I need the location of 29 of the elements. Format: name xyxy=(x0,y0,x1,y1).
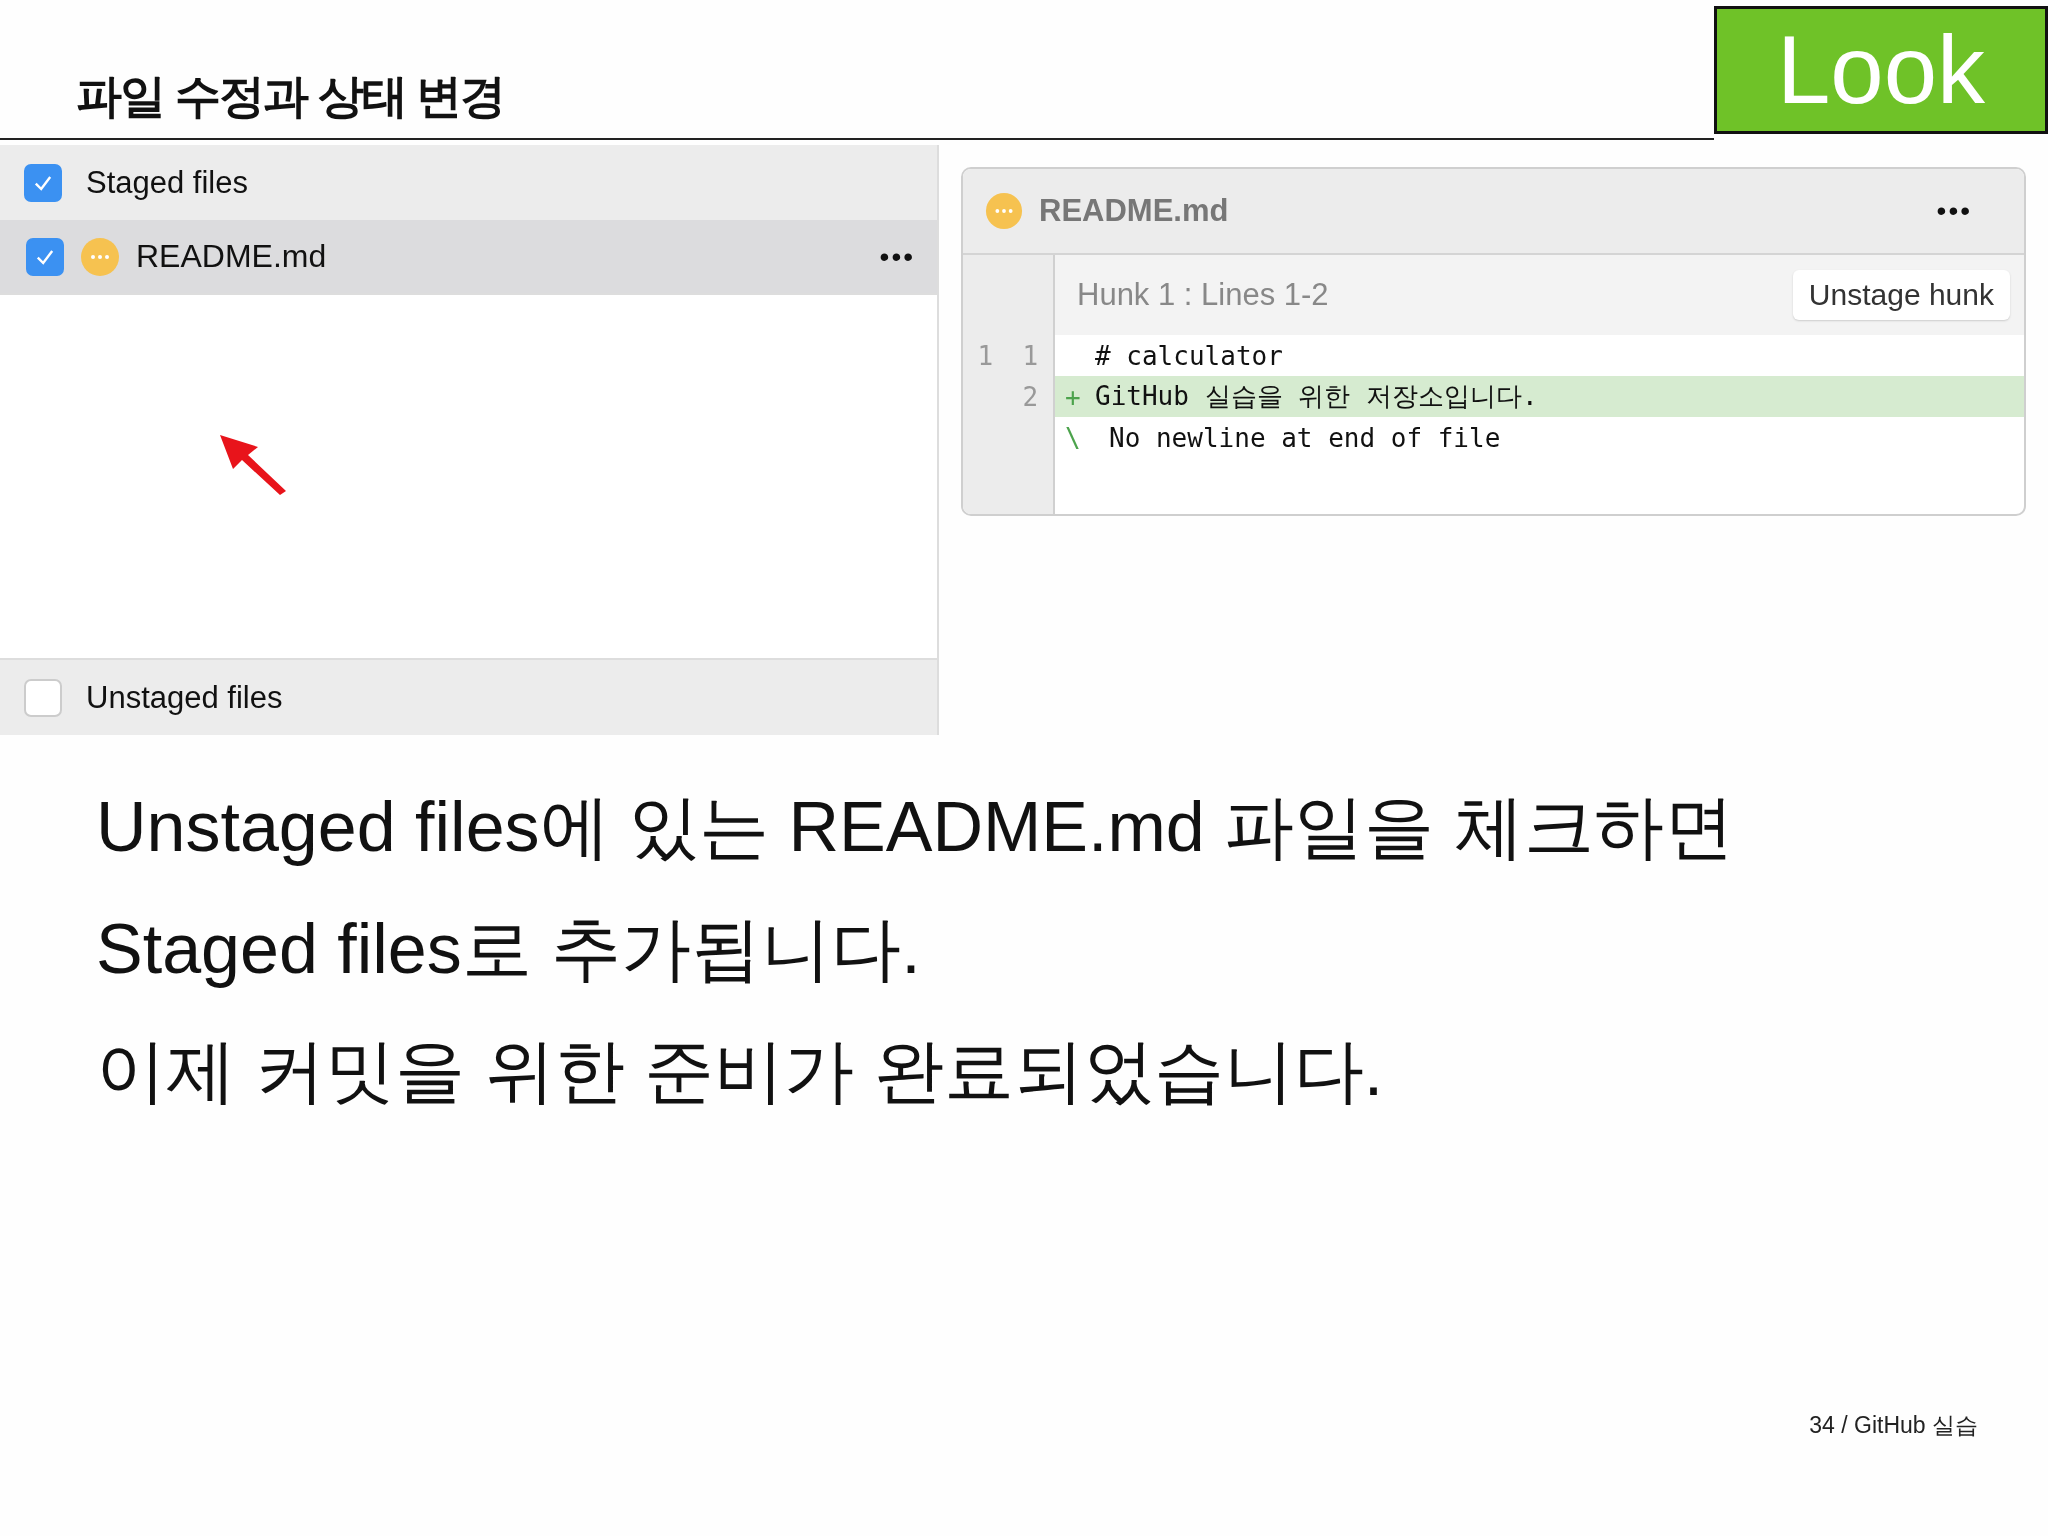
body-text: Unstaged files에 있는 README.md 파일을 체크하면 xyxy=(96,787,1735,868)
body-text: Staged files로 추가됩니다. xyxy=(96,909,922,990)
file-name: README.md xyxy=(136,238,328,275)
section-label: Staged files xyxy=(86,164,248,201)
modified-icon xyxy=(985,192,1023,230)
unstage-hunk-button[interactable]: Unstage hunk xyxy=(1792,270,2010,320)
modified-icon xyxy=(80,236,120,277)
code-line: GitHub 실습을 위한 저장소입니다. xyxy=(1095,380,1538,413)
more-button[interactable]: ••• xyxy=(879,240,915,273)
hunk-title: Hunk 1 : Lines 1-2 xyxy=(1077,277,1329,313)
line-number: 1 xyxy=(1022,340,1039,371)
look-badge: Look xyxy=(1714,6,2048,134)
line-number: 1 xyxy=(977,340,994,371)
checkbox[interactable] xyxy=(24,678,62,717)
line-number: 2 xyxy=(1022,381,1039,412)
checkbox[interactable] xyxy=(26,237,64,276)
diff-sign: \ xyxy=(1065,422,1081,453)
page-footer: 34 / GitHub 실습 xyxy=(1809,1410,1978,1441)
body-text: 이제 커밋을 위한 준비가 완료되었습니다. xyxy=(96,1031,1385,1112)
diff-sign: + xyxy=(1065,381,1081,412)
arrow-icon xyxy=(218,433,288,495)
file-row[interactable]: README.md ••• xyxy=(0,220,937,295)
file-name: README.md xyxy=(1039,193,1230,229)
code-line: No newline at end of file xyxy=(1109,422,1501,453)
slide-title: 파일 수정과 상태 변경 xyxy=(76,69,505,124)
code-line: # calculator xyxy=(1095,340,1283,371)
checkbox[interactable] xyxy=(24,163,62,202)
more-button[interactable]: ••• xyxy=(1936,195,1972,227)
section-label: Unstaged files xyxy=(86,679,283,716)
